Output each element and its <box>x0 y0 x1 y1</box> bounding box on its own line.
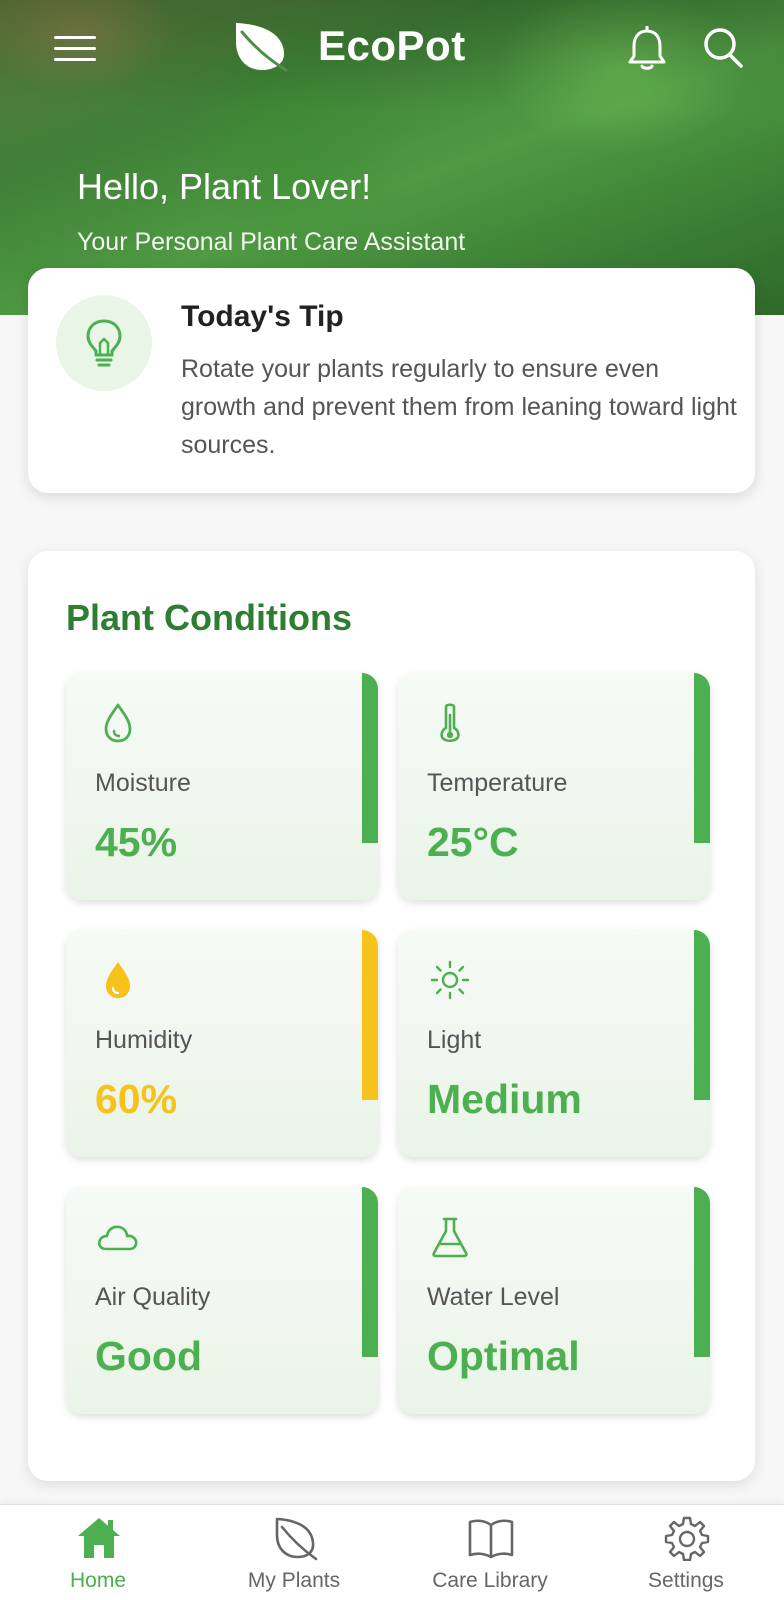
nav-my-plants[interactable]: My Plants <box>196 1505 392 1600</box>
condition-value: 45% <box>95 819 178 865</box>
condition-label: Humidity <box>95 1026 193 1054</box>
cloud-icon <box>97 1225 138 1251</box>
condition-value: Good <box>95 1333 203 1379</box>
water-drop-icon <box>104 703 132 743</box>
todays-tip-card: Today's Tip Rotate your plants regularly… <box>28 268 755 493</box>
lightbulb-icon <box>86 319 122 367</box>
app-logo: EcoPot <box>232 20 466 72</box>
moisture-card[interactable]: Moisture 45% <box>66 673 378 900</box>
plant-conditions-section: Plant Conditions Moisture 45% Temperatur… <box>28 551 755 1481</box>
leaf-icon <box>275 1517 318 1561</box>
status-bar <box>362 930 378 1100</box>
condition-label: Water Level <box>427 1283 560 1311</box>
status-bar <box>694 930 710 1100</box>
light-card[interactable]: Light Medium <box>398 930 710 1157</box>
greeting-subtitle: Your Personal Plant Care Assistant <box>77 228 466 256</box>
notifications-button[interactable] <box>626 25 668 72</box>
tip-text: Rotate your plants regularly to ensure e… <box>181 355 737 459</box>
air-quality-card[interactable]: Air Quality Good <box>66 1187 378 1414</box>
filled-drop-icon <box>106 962 130 998</box>
condition-label: Light <box>427 1026 482 1054</box>
tip-icon-container <box>56 295 152 391</box>
status-bar <box>694 673 710 843</box>
condition-value: 25°C <box>427 819 519 865</box>
humidity-card[interactable]: Humidity 60% <box>66 930 378 1157</box>
book-icon <box>468 1519 514 1559</box>
condition-label: Temperature <box>427 769 568 797</box>
condition-label: Air Quality <box>95 1283 211 1311</box>
nav-care-library[interactable]: Care Library <box>392 1505 588 1600</box>
bottom-navigation: Home My Plants Care Library Settings <box>0 1504 784 1600</box>
nav-settings[interactable]: Settings <box>588 1505 784 1600</box>
hamburger-menu-icon <box>54 36 96 39</box>
status-bar <box>362 673 378 843</box>
gear-icon <box>664 1516 710 1561</box>
status-bar <box>694 1187 710 1357</box>
nav-label: My Plants <box>247 1569 341 1592</box>
search-button[interactable] <box>702 26 744 70</box>
condition-value: Medium <box>427 1076 582 1122</box>
nav-label: Care Library <box>432 1569 548 1592</box>
leaf-icon <box>236 23 288 72</box>
menu-button[interactable] <box>54 34 96 64</box>
greeting-heading: Hello, Plant Lover! <box>77 166 372 207</box>
home-icon <box>78 1518 120 1558</box>
water-level-card[interactable]: Water Level Optimal <box>398 1187 710 1414</box>
condition-label: Moisture <box>95 769 191 797</box>
tip-title: Today's Tip <box>181 300 344 333</box>
app-title: EcoPot <box>318 22 466 69</box>
nav-home[interactable]: Home <box>0 1505 196 1600</box>
thermometer-icon <box>440 703 460 743</box>
condition-value: 60% <box>95 1076 178 1122</box>
top-bar: EcoPot <box>0 0 784 100</box>
condition-value: Optimal <box>427 1333 580 1379</box>
status-bar <box>362 1187 378 1357</box>
nav-label: Settings <box>648 1569 724 1592</box>
sun-icon <box>430 960 470 1000</box>
bell-icon <box>628 25 666 70</box>
nav-label: Home <box>69 1569 127 1592</box>
search-icon <box>704 28 743 68</box>
temperature-card[interactable]: Temperature 25°C <box>398 673 710 900</box>
section-title: Plant Conditions <box>66 597 352 638</box>
flask-icon <box>432 1217 468 1258</box>
